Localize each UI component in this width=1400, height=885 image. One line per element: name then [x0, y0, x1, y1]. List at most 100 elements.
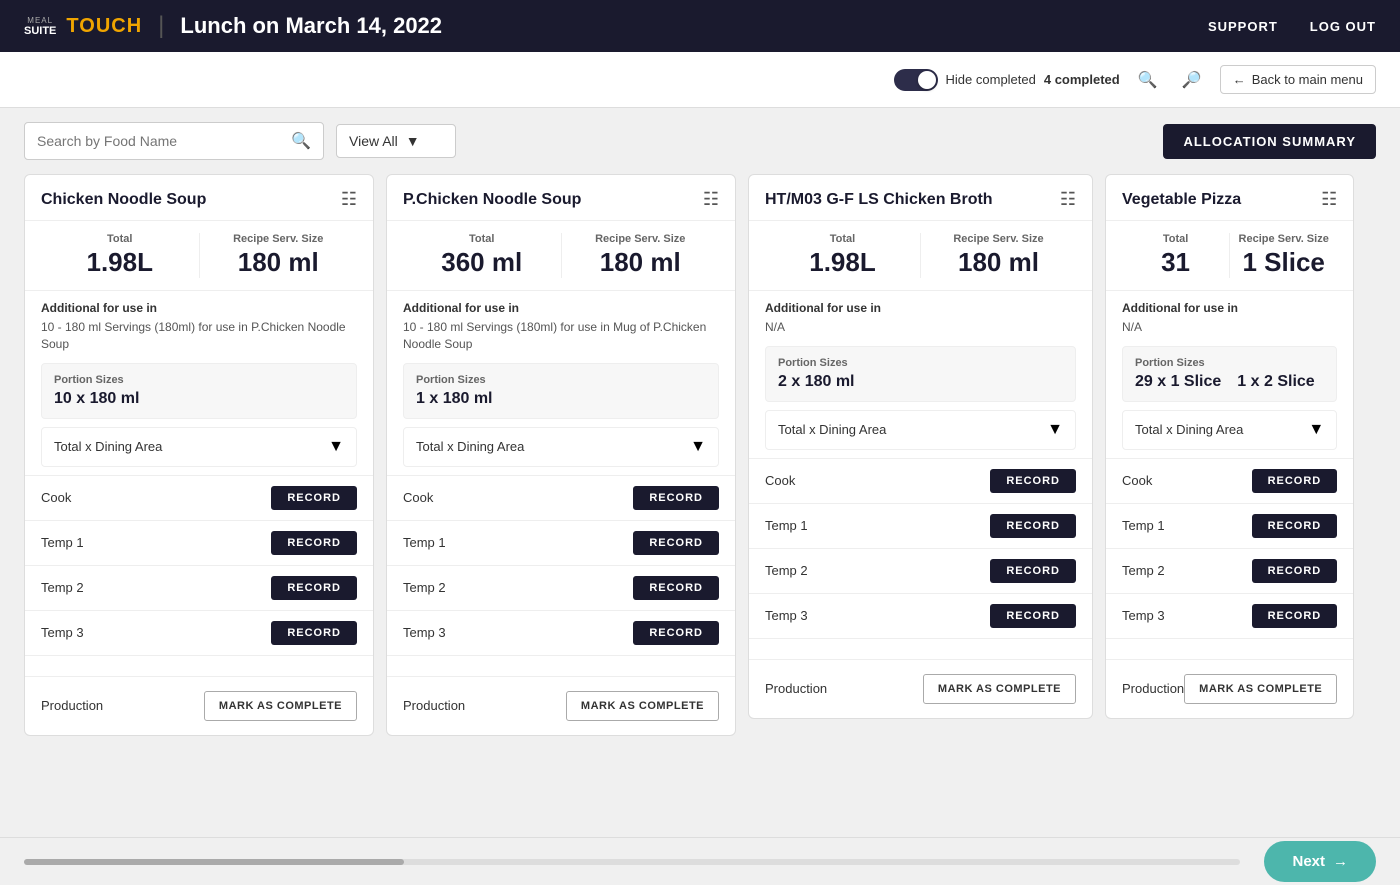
search-input[interactable]: [37, 133, 283, 149]
card-totals: Total 360 ml Recipe Serv. Size 180 ml: [387, 221, 735, 291]
record-button-3[interactable]: RECORD: [633, 621, 719, 645]
additional-section: Additional for use in 10 - 180 ml Servin…: [25, 291, 373, 363]
total-value: 360 ml: [403, 247, 561, 278]
additional-label: Additional for use in: [1122, 301, 1337, 315]
record-row-label-1: Temp 1: [41, 535, 84, 550]
zoom-in-button[interactable]: 🔎: [1176, 64, 1208, 96]
recipe-serv-col: Recipe Serv. Size 180 ml: [562, 233, 720, 278]
record-button-0[interactable]: RECORD: [1252, 469, 1338, 493]
zoom-out-button[interactable]: 🔍: [1132, 64, 1164, 96]
record-row-3: Temp 3 RECORD: [387, 611, 735, 656]
record-row-3: Temp 3 RECORD: [25, 611, 373, 656]
support-link[interactable]: SUPPORT: [1208, 19, 1278, 34]
card-header: Vegetable Pizza ☷: [1106, 175, 1353, 221]
production-label: Production: [765, 681, 827, 696]
production-label: Production: [1122, 681, 1184, 696]
logout-link[interactable]: LOG OUT: [1310, 19, 1376, 34]
total-value: 1.98L: [765, 247, 920, 278]
app-header: MEAL SUITE TOUCH | Lunch on March 14, 20…: [0, 0, 1400, 52]
record-row-3: Temp 3 RECORD: [1106, 594, 1353, 639]
record-button-2[interactable]: RECORD: [990, 559, 1076, 583]
portion-value: 10 x 180 ml: [54, 390, 139, 408]
mark-as-complete-button[interactable]: MARK AS COMPLETE: [923, 674, 1076, 704]
record-button-3[interactable]: RECORD: [1252, 604, 1338, 628]
record-button-3[interactable]: RECORD: [990, 604, 1076, 628]
food-card-card4: Vegetable Pizza ☷ Total 31 Recipe Serv. …: [1105, 174, 1354, 719]
total-label: Total: [403, 233, 561, 245]
portion-section: Portion Sizes 10 x 180 ml: [41, 363, 357, 419]
dining-area-dropdown[interactable]: Total x Dining Area ▼: [41, 427, 357, 467]
portion-values: 2 x 180 ml: [778, 373, 1063, 391]
mark-as-complete-button[interactable]: MARK AS COMPLETE: [204, 691, 357, 721]
allocation-summary-button[interactable]: ALLOCATION SUMMARY: [1163, 124, 1376, 159]
scrollbar-track[interactable]: [24, 859, 1240, 865]
card-menu-icon[interactable]: ☷: [341, 189, 357, 210]
dining-area-label: Total x Dining Area: [54, 439, 162, 454]
dining-chevron-icon: ▼: [328, 438, 344, 456]
portion-value: 1 x 180 ml: [416, 390, 493, 408]
production-label: Production: [41, 698, 103, 713]
card-footer: Production MARK AS COMPLETE: [25, 676, 373, 735]
record-row-label-2: Temp 2: [765, 563, 808, 578]
card-footer: Production MARK AS COMPLETE: [387, 676, 735, 735]
recipe-serv-value: 180 ml: [921, 247, 1076, 278]
mark-as-complete-button[interactable]: MARK AS COMPLETE: [1184, 674, 1337, 704]
card-title: HT/M03 G-F LS Chicken Broth: [765, 191, 993, 209]
next-button[interactable]: Next →: [1264, 841, 1376, 882]
record-button-0[interactable]: RECORD: [990, 469, 1076, 493]
record-button-1[interactable]: RECORD: [633, 531, 719, 555]
record-button-1[interactable]: RECORD: [1252, 514, 1338, 538]
record-button-2[interactable]: RECORD: [271, 576, 357, 600]
dining-chevron-icon: ▼: [1047, 421, 1063, 439]
record-row-0: Cook RECORD: [387, 476, 735, 521]
dining-chevron-icon: ▼: [690, 438, 706, 456]
record-button-2[interactable]: RECORD: [1252, 559, 1338, 583]
record-button-2[interactable]: RECORD: [633, 576, 719, 600]
record-rows: Cook RECORD Temp 1 RECORD Temp 2 RECORD …: [749, 458, 1092, 639]
portion-value2: 1 x 2 Slice: [1237, 373, 1314, 391]
record-row-2: Temp 2 RECORD: [749, 549, 1092, 594]
hide-completed-toggle[interactable]: [894, 69, 938, 91]
dining-area-label: Total x Dining Area: [778, 422, 886, 437]
header-divider: |: [158, 12, 164, 40]
record-row-label-0: Cook: [41, 490, 71, 505]
total-label: Total: [765, 233, 920, 245]
search-box[interactable]: 🔍: [24, 122, 324, 160]
record-row-label-3: Temp 3: [1122, 608, 1165, 623]
mark-as-complete-button[interactable]: MARK AS COMPLETE: [566, 691, 719, 721]
card-menu-icon[interactable]: ☷: [1321, 189, 1337, 210]
dining-area-dropdown[interactable]: Total x Dining Area ▼: [403, 427, 719, 467]
view-all-dropdown[interactable]: View All ▼: [336, 124, 456, 158]
record-button-3[interactable]: RECORD: [271, 621, 357, 645]
record-button-0[interactable]: RECORD: [271, 486, 357, 510]
dining-area-dropdown[interactable]: Total x Dining Area ▼: [765, 410, 1076, 450]
record-row-label-2: Temp 2: [403, 580, 446, 595]
card-title: Vegetable Pizza: [1122, 191, 1241, 209]
record-row-label-3: Temp 3: [765, 608, 808, 623]
production-label: Production: [403, 698, 465, 713]
card-title: Chicken Noodle Soup: [41, 191, 206, 209]
recipe-serv-label: Recipe Serv. Size: [921, 233, 1076, 245]
card-menu-icon[interactable]: ☷: [703, 189, 719, 210]
record-row-3: Temp 3 RECORD: [749, 594, 1092, 639]
card-menu-icon[interactable]: ☷: [1060, 189, 1076, 210]
dining-area-label: Total x Dining Area: [416, 439, 524, 454]
record-button-0[interactable]: RECORD: [633, 486, 719, 510]
record-button-1[interactable]: RECORD: [990, 514, 1076, 538]
back-to-main-button[interactable]: ← Back to main menu: [1220, 65, 1376, 94]
record-row-label-3: Temp 3: [41, 625, 84, 640]
toolbar: Hide completed 4 completed 🔍 🔎 ← Back to…: [0, 52, 1400, 108]
next-label: Next: [1292, 853, 1325, 870]
total-label: Total: [41, 233, 199, 245]
recipe-serv-value: 180 ml: [562, 247, 720, 278]
logo-box: MEAL SUITE: [24, 16, 56, 37]
dining-area-label: Total x Dining Area: [1135, 422, 1243, 437]
additional-label: Additional for use in: [41, 301, 357, 315]
record-row-1: Temp 1 RECORD: [749, 504, 1092, 549]
food-card-card3: HT/M03 G-F LS Chicken Broth ☷ Total 1.98…: [748, 174, 1093, 719]
record-row-label-2: Temp 2: [1122, 563, 1165, 578]
card-totals: Total 1.98L Recipe Serv. Size 180 ml: [749, 221, 1092, 291]
record-button-1[interactable]: RECORD: [271, 531, 357, 555]
dining-area-dropdown[interactable]: Total x Dining Area ▼: [1122, 410, 1337, 450]
record-row-1: Temp 1 RECORD: [25, 521, 373, 566]
